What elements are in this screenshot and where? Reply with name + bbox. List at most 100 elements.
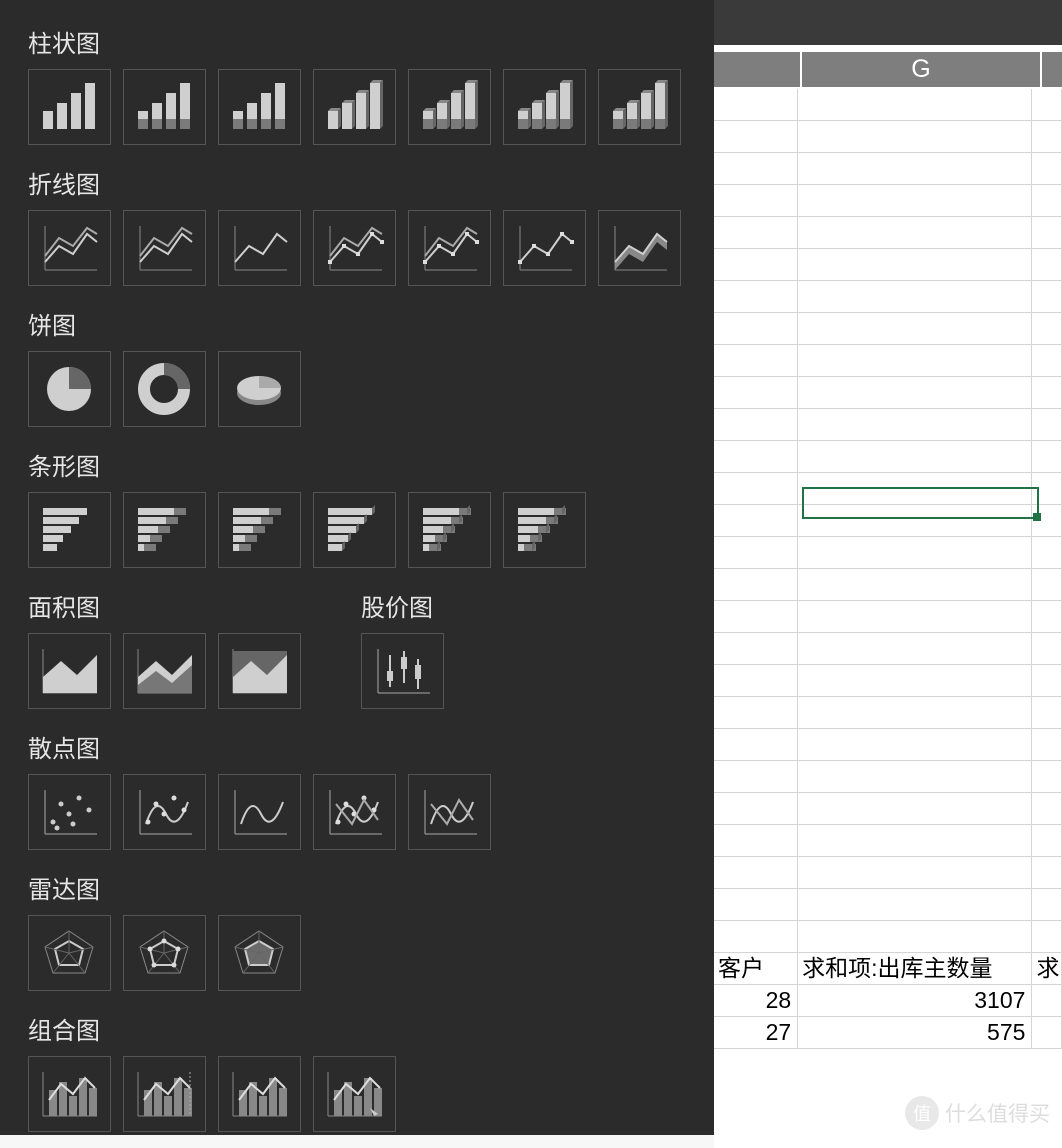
- combo-stacked-area-icon[interactable]: [218, 1056, 301, 1132]
- cell[interactable]: [714, 793, 798, 825]
- table-row[interactable]: [714, 697, 1062, 729]
- cell[interactable]: [798, 473, 1032, 505]
- combo-column-line-icon[interactable]: [28, 1056, 111, 1132]
- cell[interactable]: [798, 441, 1032, 473]
- scatter-lines-markers-icon[interactable]: [313, 774, 396, 850]
- table-row[interactable]: [714, 121, 1062, 153]
- cell[interactable]: [714, 633, 798, 665]
- table-row[interactable]: [714, 153, 1062, 185]
- bar-100stacked-icon[interactable]: [218, 492, 301, 568]
- cell[interactable]: [714, 89, 798, 121]
- cell[interactable]: [1032, 697, 1062, 729]
- table-row[interactable]: [714, 185, 1062, 217]
- table-row[interactable]: [714, 89, 1062, 121]
- table-row[interactable]: [714, 409, 1062, 441]
- cell[interactable]: [798, 249, 1032, 281]
- cell[interactable]: [1032, 857, 1062, 889]
- cell[interactable]: [1032, 345, 1062, 377]
- cell[interactable]: [1032, 505, 1062, 537]
- cell[interactable]: 客户: [714, 953, 798, 985]
- cell[interactable]: [798, 153, 1032, 185]
- cell[interactable]: 求: [1032, 953, 1062, 985]
- column-3d-stacked-icon[interactable]: [408, 69, 491, 145]
- cell[interactable]: [714, 665, 798, 697]
- cell[interactable]: [714, 121, 798, 153]
- cell[interactable]: [1032, 985, 1062, 1017]
- cell[interactable]: [1032, 569, 1062, 601]
- cell[interactable]: [1032, 889, 1062, 921]
- table-row[interactable]: [714, 249, 1062, 281]
- cell[interactable]: [714, 249, 798, 281]
- cell[interactable]: [798, 89, 1032, 121]
- table-row[interactable]: [714, 825, 1062, 857]
- cell[interactable]: [1032, 825, 1062, 857]
- line-markers-icon[interactable]: [313, 210, 396, 286]
- cell[interactable]: [798, 825, 1032, 857]
- cell[interactable]: [714, 441, 798, 473]
- area-100stacked-icon[interactable]: [218, 633, 301, 709]
- cell[interactable]: [1032, 281, 1062, 313]
- cell-grid[interactable]: 客户求和项:出库主数量求28310727575: [714, 89, 1062, 1148]
- column-header-g[interactable]: G: [802, 52, 1040, 87]
- cell[interactable]: [1032, 473, 1062, 505]
- cell[interactable]: [798, 569, 1032, 601]
- table-row[interactable]: [714, 345, 1062, 377]
- cell[interactable]: [798, 345, 1032, 377]
- cell[interactable]: [714, 377, 798, 409]
- cell[interactable]: [1032, 601, 1062, 633]
- cell[interactable]: [714, 729, 798, 761]
- pie-icon[interactable]: [28, 351, 111, 427]
- bar-3d-clustered-icon[interactable]: [313, 492, 396, 568]
- cell[interactable]: 28: [714, 985, 798, 1017]
- table-row[interactable]: [714, 537, 1062, 569]
- cell[interactable]: [1032, 537, 1062, 569]
- line-stacked-markers-icon[interactable]: [408, 210, 491, 286]
- table-row[interactable]: 27575: [714, 1017, 1062, 1049]
- line-3d-icon[interactable]: [598, 210, 681, 286]
- cell[interactable]: [798, 281, 1032, 313]
- cell[interactable]: [1032, 89, 1062, 121]
- combo-column-line-secondary-icon[interactable]: [123, 1056, 206, 1132]
- bar-3d-100stacked-icon[interactable]: [503, 492, 586, 568]
- cell[interactable]: [1032, 409, 1062, 441]
- cell[interactable]: [714, 825, 798, 857]
- cell[interactable]: [714, 217, 798, 249]
- table-row[interactable]: [714, 793, 1062, 825]
- table-row[interactable]: [714, 729, 1062, 761]
- pie-3d-icon[interactable]: [218, 351, 301, 427]
- line-100stacked-markers-icon[interactable]: [503, 210, 586, 286]
- scatter-smooth-markers-icon[interactable]: [123, 774, 206, 850]
- cell[interactable]: [714, 761, 798, 793]
- cell[interactable]: [798, 921, 1032, 953]
- cell[interactable]: 求和项:出库主数量: [798, 953, 1032, 985]
- cell[interactable]: [714, 889, 798, 921]
- table-row[interactable]: [714, 601, 1062, 633]
- cell[interactable]: [1032, 153, 1062, 185]
- cell[interactable]: [1032, 249, 1062, 281]
- column-3d-icon[interactable]: [598, 69, 681, 145]
- line-stacked-icon[interactable]: [123, 210, 206, 286]
- cell[interactable]: [798, 217, 1032, 249]
- cell[interactable]: [798, 793, 1032, 825]
- combo-custom-icon[interactable]: [313, 1056, 396, 1132]
- cell[interactable]: [1032, 121, 1062, 153]
- cell[interactable]: [798, 121, 1032, 153]
- cell[interactable]: [714, 153, 798, 185]
- cell[interactable]: [714, 505, 798, 537]
- cell[interactable]: [798, 665, 1032, 697]
- table-row[interactable]: [714, 633, 1062, 665]
- column-stacked-icon[interactable]: [123, 69, 206, 145]
- column-100stacked-icon[interactable]: [218, 69, 301, 145]
- scatter-icon[interactable]: [28, 774, 111, 850]
- cell[interactable]: [1032, 729, 1062, 761]
- column-header-h[interactable]: [1042, 52, 1062, 87]
- table-row[interactable]: [714, 505, 1062, 537]
- cell[interactable]: [798, 409, 1032, 441]
- cell[interactable]: [714, 857, 798, 889]
- cell[interactable]: 575: [798, 1017, 1032, 1049]
- cell[interactable]: [1032, 377, 1062, 409]
- donut-icon[interactable]: [123, 351, 206, 427]
- cell[interactable]: [1032, 1017, 1062, 1049]
- cell[interactable]: [1032, 761, 1062, 793]
- cell[interactable]: [798, 761, 1032, 793]
